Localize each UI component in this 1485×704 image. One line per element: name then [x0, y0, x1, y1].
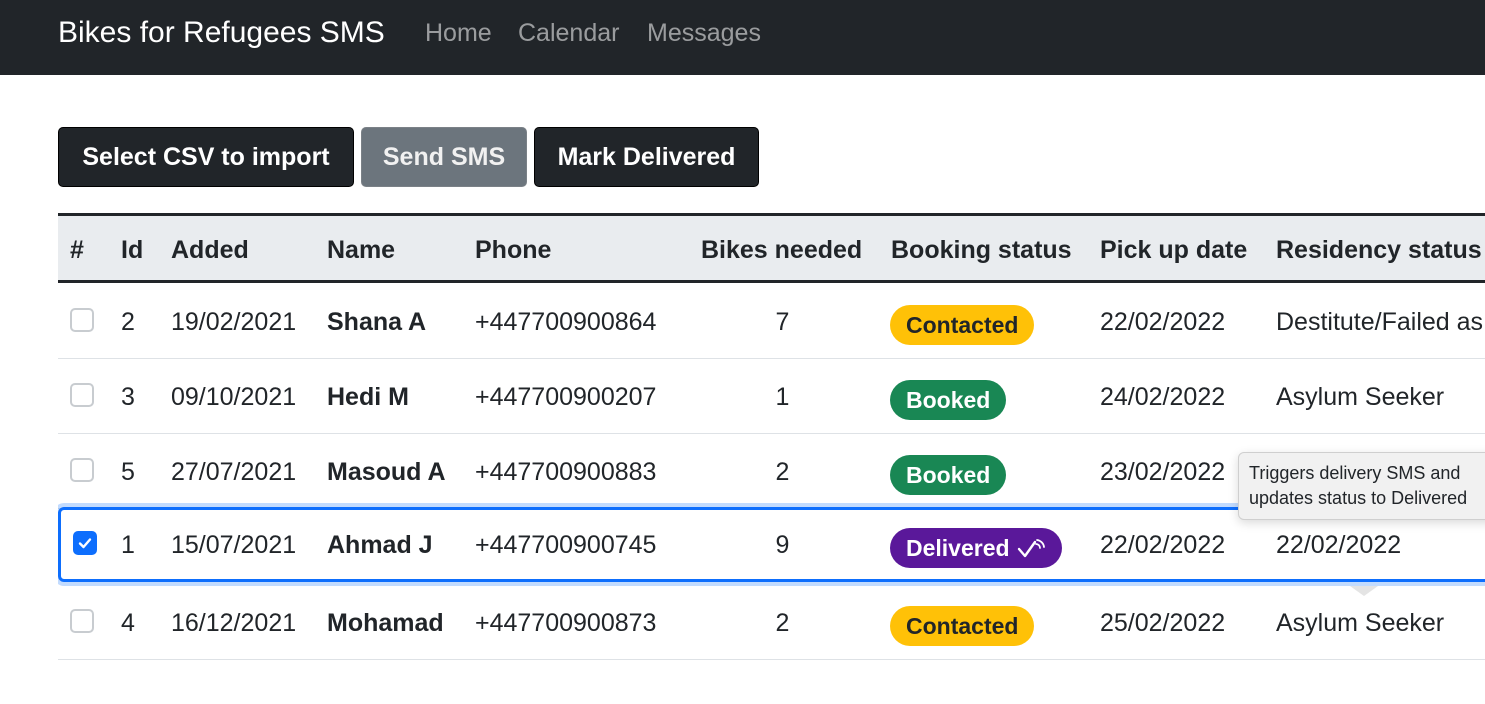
col-header-residency-status[interactable]: Residency status [1276, 216, 1482, 280]
col-header-added[interactable]: Added [171, 216, 249, 280]
cell-phone: +447700900883 [475, 458, 657, 486]
cell-bikes: 9 [775, 531, 790, 559]
cell-phone: +447700900207 [475, 383, 657, 411]
cell-phone: +447700900864 [475, 308, 657, 336]
col-header-booking-status[interactable]: Booking status [891, 216, 1072, 280]
col-header-bikes-needed[interactable]: Bikes needed [701, 216, 862, 280]
row-checkbox[interactable] [73, 531, 97, 555]
status-badge-label: Delivered [906, 535, 1010, 561]
cell-bikes: 2 [775, 609, 790, 637]
table-header: # Id Added Name Phone Bikes needed Booki… [58, 213, 1485, 283]
col-header-index: # [70, 236, 84, 264]
cell-phone: +447700900873 [475, 609, 657, 637]
nav-link-home[interactable]: Home [425, 16, 492, 50]
nav-link-calendar[interactable]: Calendar [518, 16, 619, 50]
mark-delivered-button[interactable]: Mark Delivered [534, 127, 759, 187]
cell-phone: +447700900745 [475, 531, 657, 559]
cell-added: 27/07/2021 [171, 458, 297, 486]
row-checkbox[interactable] [70, 383, 94, 407]
col-header-phone[interactable]: Phone [475, 216, 551, 280]
status-badge: Booked [890, 455, 1007, 495]
cell-id: 1 [121, 531, 135, 559]
cell-id: 4 [121, 609, 135, 637]
cell-pickup: 22/02/2022 [1100, 308, 1226, 336]
cell-added: 19/02/2021 [171, 308, 297, 336]
cell-name: Hedi M [327, 383, 409, 411]
cell-id: 5 [121, 458, 135, 486]
cell-pickup: 22/02/2022 [1100, 531, 1226, 559]
cell-added: 16/12/2021 [171, 609, 297, 637]
cell-name: Ahmad J [327, 531, 433, 559]
col-header-pickup-date[interactable]: Pick up date [1100, 216, 1247, 280]
row-checkbox[interactable] [70, 308, 94, 332]
table-row[interactable]: 4 16/12/2021 Mohamad +447700900873 2 Con… [58, 585, 1485, 660]
status-badge: Booked [890, 380, 1007, 420]
navbar: Bikes for Refugees SMS Home Calendar Mes… [0, 0, 1485, 75]
table-row[interactable]: 3 09/10/2021 Hedi M +447700900207 1 Book… [58, 359, 1485, 434]
col-header-id[interactable]: Id [121, 216, 143, 280]
cell-residency: Destitute/Failed as [1276, 308, 1484, 336]
col-header-name[interactable]: Name [327, 216, 395, 280]
cell-residency: Asylum Seeker [1276, 383, 1445, 411]
row-checkbox[interactable] [70, 609, 94, 633]
check-icon [78, 538, 92, 549]
status-badge: Contacted [890, 305, 1035, 345]
cell-added: 09/10/2021 [171, 383, 297, 411]
nav-link-messages[interactable]: Messages [647, 16, 761, 50]
check-signal-icon [1017, 539, 1045, 558]
send-sms-button[interactable]: Send SMS [361, 127, 527, 187]
cell-pickup: 23/02/2022 [1100, 458, 1226, 486]
row-checkbox[interactable] [70, 458, 94, 482]
clients-table: # Id Added Name Phone Bikes needed Booki… [58, 213, 1485, 663]
cell-bikes: 7 [775, 308, 790, 336]
cell-name: Mohamad [327, 609, 444, 637]
cell-pickup: 25/02/2022 [1100, 609, 1226, 637]
cell-added: 15/07/2021 [171, 531, 297, 559]
cell-name: Shana A [327, 308, 427, 336]
cell-bikes: 2 [775, 458, 790, 486]
table-row[interactable]: 2 19/02/2021 Shana A +447700900864 7 Con… [58, 284, 1485, 359]
cell-id: 2 [121, 308, 135, 336]
tooltip-line: Triggers delivery SMS and [1249, 463, 1461, 483]
cell-name: Masoud A [327, 458, 446, 486]
tooltip-arrow [1350, 586, 1378, 596]
status-badge-delivered: Delivered [890, 528, 1062, 568]
status-badge: Contacted [890, 606, 1035, 646]
import-csv-button[interactable]: Select CSV to import [58, 127, 354, 187]
cell-pickup: 24/02/2022 [1100, 383, 1226, 411]
cell-id: 3 [121, 383, 135, 411]
tooltip-line: updates status to Delivered [1249, 488, 1468, 508]
brand[interactable]: Bikes for Refugees SMS [58, 14, 385, 52]
cell-residency: Asylum Seeker [1276, 609, 1445, 637]
cell-bikes: 1 [775, 383, 790, 411]
mark-delivered-tooltip: Triggers delivery SMS and updates status… [1238, 452, 1485, 520]
